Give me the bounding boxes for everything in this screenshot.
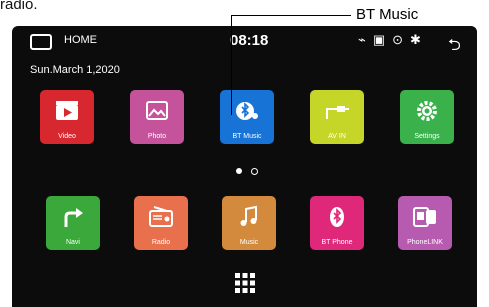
app-tile-music[interactable]: Music <box>222 196 276 250</box>
screen-mirror-icon: ▣ <box>372 32 386 47</box>
page-dot-active[interactable] <box>236 168 242 174</box>
page-dot[interactable] <box>251 168 258 175</box>
date-label: Sun.March 1,2020 <box>30 64 120 76</box>
status-bar: HOME 08:18 ⌁ ▣ ⊙ ✱ ⮌ <box>12 26 477 58</box>
app-tile-av-in[interactable]: AV IN <box>310 90 364 144</box>
location-icon: ⊙ <box>392 32 404 47</box>
app-label: Photo <box>147 133 167 140</box>
app-tile-bt-phone[interactable]: BT Phone <box>310 196 364 250</box>
app-label: AV IN <box>328 133 346 140</box>
app-label: Radio <box>151 239 171 246</box>
clock: 08:18 <box>230 32 269 49</box>
app-label: Video <box>58 133 76 140</box>
navi-icon <box>64 208 83 227</box>
av-in-icon <box>326 106 349 119</box>
music-icon <box>240 205 257 226</box>
app-label: BT Phone <box>321 239 353 246</box>
app-label: PhoneLINK <box>407 239 443 246</box>
app-label: Music <box>239 239 259 246</box>
app-tile-photo[interactable]: Photo <box>130 90 184 144</box>
app-tile-radio[interactable]: Radio <box>134 196 188 250</box>
caption-text: radio. <box>0 0 38 13</box>
bluetooth-icon: ✱ <box>410 32 421 47</box>
app-tile-phonelink[interactable]: PhoneLINK <box>398 196 452 250</box>
phonelink-icon <box>413 207 436 227</box>
app-tile-video[interactable]: Video <box>40 90 94 144</box>
photo-icon <box>146 101 168 120</box>
app-label: BT Music <box>232 133 262 140</box>
callout-label: BT Music <box>356 6 419 23</box>
settings-icon <box>417 101 437 121</box>
video-icon <box>56 101 78 120</box>
usb-icon: ⌁ <box>358 32 366 47</box>
head-unit-screen: HOME 08:18 ⌁ ▣ ⊙ ✱ ⮌ Sun.March 1,2020 Vi… <box>12 26 477 307</box>
callout-line <box>231 15 351 16</box>
home-icon[interactable] <box>30 34 52 50</box>
app-label: Settings <box>414 133 440 140</box>
bt-phone-icon <box>330 207 344 227</box>
app-tile-navi[interactable]: Navi <box>46 196 100 250</box>
app-tile-settings[interactable]: Settings <box>400 90 454 144</box>
status-icons: ⌁ ▣ ⊙ ✱ <box>358 32 421 48</box>
home-label[interactable]: HOME <box>64 34 97 46</box>
apps-grid-icon[interactable] <box>234 272 256 294</box>
app-label: Navi <box>65 239 80 246</box>
app-tile-bt-music[interactable]: BT Music <box>220 90 274 144</box>
page-indicator[interactable] <box>236 168 258 175</box>
callout-line <box>231 15 232 115</box>
radio-icon <box>149 206 173 227</box>
back-icon[interactable]: ⮌ <box>448 34 461 61</box>
bt-music-icon <box>236 102 258 120</box>
